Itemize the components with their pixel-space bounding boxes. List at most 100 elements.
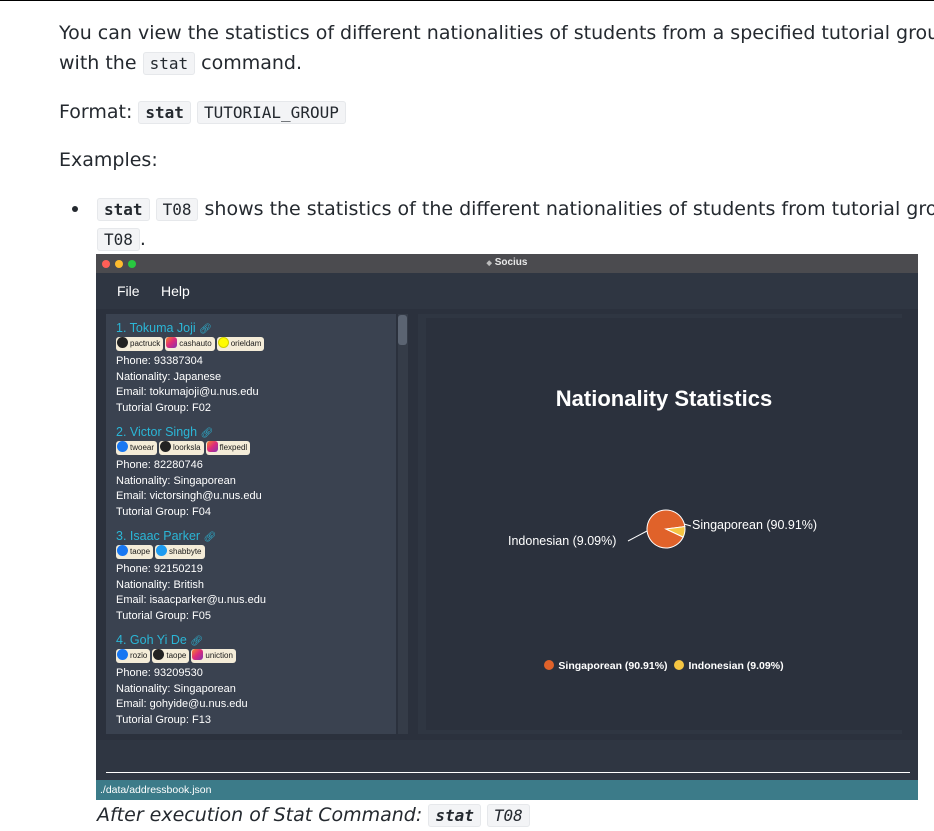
example-argument: T08 — [155, 198, 199, 221]
person-phone: Phone: 92150219 — [116, 563, 203, 575]
person-nationality: Nationality: Singaporean — [116, 682, 236, 695]
person-tutorial-group: Tutorial Group: F02 — [116, 401, 211, 414]
tag-label: taope — [130, 547, 151, 556]
tag-chip[interactable]: orieldam — [216, 337, 265, 351]
example-line: stat T08 shows the statistics of the dif… — [97, 194, 934, 225]
person-name-text: 2. Victor Singh — [116, 425, 198, 439]
person-phone: Phone: 82280746 — [116, 459, 203, 471]
bullet-dot — [72, 206, 78, 212]
example-line-2: T08. — [97, 224, 146, 255]
link-icon: 🔗︎ — [190, 636, 204, 647]
tag-chip[interactable]: rozio — [116, 649, 151, 663]
window-title: ◆ Socius — [96, 257, 918, 268]
tag-label: uniction — [205, 651, 233, 660]
tag-label: pactruck — [130, 339, 161, 348]
github-icon — [160, 441, 172, 453]
menu-help[interactable]: Help — [161, 283, 190, 299]
facebook-icon — [117, 545, 128, 557]
chart-legend: Singaporean (90.91%) Indonesian (9.09%) — [426, 660, 902, 672]
format-command: stat — [138, 101, 191, 124]
legend-swatch — [674, 660, 685, 671]
person-name-text: 1. Tokuma Joji — [116, 321, 196, 335]
tag-row: pactruck cashauto orieldam — [116, 337, 391, 354]
tag-label: loorksla — [173, 443, 201, 452]
statistics-panel: Nationality Statistics Singaporean (90.9… — [418, 314, 902, 734]
command-box[interactable] — [96, 740, 918, 780]
person-name: 1. Tokuma Joji 🔗︎ — [116, 320, 391, 336]
legend-item-singaporean: Singaporean (90.91%) — [544, 660, 668, 672]
person-name: 2. Victor Singh 🔗︎ — [116, 424, 391, 440]
person-tutorial-group: Tutorial Group: F04 — [116, 505, 211, 518]
figure-caption: After execution of Stat Command: stat T0… — [97, 800, 530, 831]
menu-file[interactable]: File — [117, 283, 140, 299]
link-icon: 🔗︎ — [199, 324, 212, 335]
facebook-icon — [117, 441, 128, 453]
person-tutorial-group: Tutorial Group: F13 — [116, 713, 211, 726]
tag-chip[interactable]: cashauto — [165, 337, 215, 351]
menu-bar: File Help — [96, 273, 918, 309]
inline-code-stat: stat — [142, 52, 196, 75]
link-icon: 🔗︎ — [200, 428, 214, 439]
person-email: Email: victorsingh@u.nus.edu — [116, 490, 262, 503]
title-bar: ◆ Socius — [96, 254, 918, 273]
person-nationality: Nationality: British — [116, 578, 205, 591]
snapchat-icon — [217, 337, 229, 349]
person-list[interactable]: 1. Tokuma Joji 🔗︎ pactruck cashauto orield… — [106, 314, 396, 734]
github-icon — [153, 649, 165, 661]
tag-chip[interactable]: twoear — [116, 441, 158, 455]
person-card[interactable]: 2. Victor Singh 🔗︎ twoear loorksla flexped… — [116, 424, 391, 520]
example-group: T08 — [97, 228, 140, 251]
instagram-icon — [192, 649, 204, 661]
app-icon: ◆ — [486, 260, 492, 267]
tag-chip[interactable]: loorksla — [159, 441, 204, 455]
slice-label-indonesian: Indonesian (9.09%) — [508, 534, 617, 548]
instagram-icon — [166, 337, 178, 349]
person-phone: Phone: 93387304 — [116, 355, 203, 367]
person-card[interactable]: 1. Tokuma Joji 🔗︎ pactruck cashauto orield… — [116, 320, 391, 416]
tag-chip[interactable]: uniction — [191, 649, 236, 663]
person-phone: Phone: 93209530 — [116, 667, 203, 679]
example-text: shows the statistics of the different na… — [198, 198, 934, 220]
tag-label: twoear — [130, 443, 155, 452]
person-card[interactable]: 3. Isaac Parker 🔗︎ taope shabbyte Phone: … — [116, 528, 391, 624]
person-card[interactable]: 4. Goh Yi De 🔗︎ rozio taope uniction Phone… — [116, 632, 391, 728]
status-bar: ./data/addressbook.json — [96, 780, 918, 800]
format-line: Format: stat TUTORIAL_GROUP — [59, 97, 346, 128]
top-rule — [0, 0, 934, 1]
person-name-text: 3. Isaac Parker — [116, 529, 201, 543]
format-argument: TUTORIAL_GROUP — [196, 101, 346, 124]
legend-label: Singaporean (90.91%) — [558, 660, 668, 672]
intro-text-a: with the — [59, 52, 143, 74]
person-email: Email: isaacparker@u.nus.edu — [116, 594, 266, 607]
caption-text: After execution of Stat Command: — [97, 804, 429, 826]
intro-line-1: You can view the statistics of different… — [59, 22, 934, 44]
tag-label: flexpedl — [219, 443, 248, 452]
person-name: 3. Isaac Parker 🔗︎ — [116, 528, 391, 544]
format-label: Format: — [59, 101, 139, 123]
example-end: . — [139, 228, 146, 250]
link-icon: 🔗︎ — [203, 532, 217, 543]
tag-row: twoear loorksla flexpedl — [116, 441, 391, 458]
intro-text-b: command. — [195, 52, 303, 74]
person-name-text: 4. Goh Yi De — [116, 633, 187, 647]
list-scrollbar[interactable] — [398, 314, 408, 734]
legend-label: Indonesian (9.09%) — [688, 660, 784, 672]
tag-label: taope — [166, 651, 187, 660]
status-file-path: ./data/addressbook.json — [100, 784, 212, 796]
tag-chip[interactable]: shabbyte — [155, 545, 205, 559]
person-email: Email: gohyide@u.nus.edu — [116, 698, 248, 711]
slice-label-singaporean: Singaporean (90.91%) — [692, 518, 818, 532]
tag-chip[interactable]: pactruck — [116, 337, 164, 351]
person-email: Email: tokumajoji@u.nus.edu — [116, 386, 259, 399]
list-scrollbar-thumb[interactable] — [398, 315, 407, 345]
instagram-icon — [206, 441, 218, 453]
caption-command: stat — [428, 804, 481, 827]
tag-chip[interactable]: flexpedl — [205, 441, 251, 455]
example-command: stat — [97, 198, 150, 221]
caption-argument: T08 — [486, 804, 530, 827]
tag-chip[interactable]: taope — [116, 545, 154, 559]
tag-chip[interactable]: taope — [152, 649, 190, 663]
intro-line-2: with the stat command. — [59, 48, 302, 79]
leader-line-indonesian — [627, 530, 648, 542]
legend-item-indonesian: Indonesian (9.09%) — [674, 660, 784, 672]
